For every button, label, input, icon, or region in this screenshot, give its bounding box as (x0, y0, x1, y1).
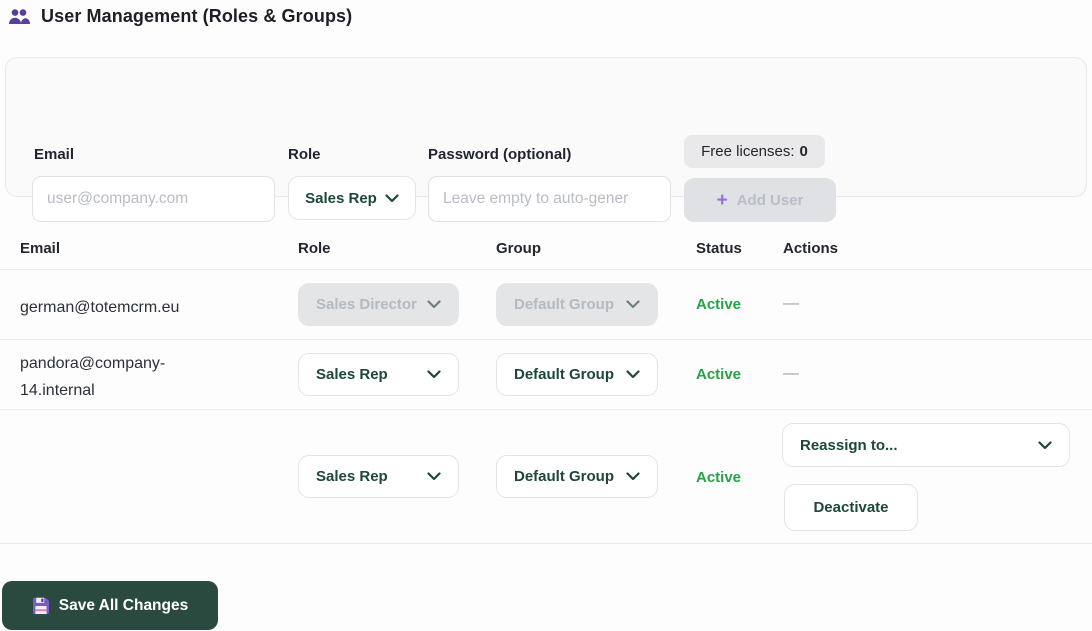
free-licenses-badge: Free licenses: 0 (684, 135, 825, 168)
row-role-value: Sales Rep (316, 366, 388, 383)
plus-icon: + (716, 189, 728, 211)
role-select-value: Sales Rep (305, 189, 377, 207)
row-role-select: Sales Director (298, 283, 459, 326)
chevron-down-icon (626, 300, 640, 309)
reassign-select-value: Reassign to... (800, 436, 898, 454)
save-all-changes-label: Save All Changes (58, 596, 189, 614)
column-header-role: Role (298, 240, 331, 257)
free-licenses-label: Free licenses: (701, 143, 795, 160)
page-header: User Management (Roles & Groups) (8, 6, 352, 27)
chevron-down-icon (385, 193, 399, 203)
deactivate-button[interactable]: Deactivate (784, 484, 918, 531)
add-user-card: Email Role Password (optional) Sales Rep… (5, 57, 1087, 222)
no-actions-dash: — (783, 365, 799, 382)
row-group-value: Default Group (514, 296, 614, 313)
email-input[interactable] (32, 176, 275, 222)
user-email: german@totemcrm.eu (20, 299, 180, 316)
email-label: Email (34, 146, 75, 163)
free-licenses-value: 0 (799, 143, 808, 160)
floppy-disk-icon (32, 597, 50, 615)
add-user-button[interactable]: + Add User (684, 178, 836, 222)
chevron-down-icon (1038, 440, 1052, 450)
chevron-down-icon (626, 370, 640, 379)
column-header-email: Email (20, 240, 61, 257)
user-management-page: User Management (Roles & Groups) Email R… (0, 0, 1092, 631)
chevron-down-icon (427, 472, 441, 481)
column-header-group: Group (496, 240, 541, 257)
page-title: User Management (Roles & Groups) (41, 6, 353, 26)
status-badge: Active (696, 366, 742, 383)
status-badge: Active (696, 296, 742, 313)
row-role-value: Sales Director (316, 296, 417, 313)
chevron-down-icon (626, 472, 640, 481)
column-header-status: Status (696, 240, 742, 257)
status-badge: Active (696, 469, 742, 486)
row-divider (0, 269, 1092, 270)
row-role-select[interactable]: Sales Rep (298, 353, 459, 396)
password-input[interactable] (428, 176, 671, 222)
password-label: Password (optional) (428, 146, 572, 163)
row-group-select[interactable]: Default Group (496, 353, 658, 396)
role-select[interactable]: Sales Rep (288, 176, 416, 220)
chevron-down-icon (427, 300, 441, 309)
no-actions-dash: — (783, 295, 799, 312)
row-divider (0, 339, 1092, 340)
column-header-actions: Actions (783, 240, 839, 257)
row-divider (0, 543, 1092, 544)
row-group-select[interactable]: Default Group (496, 455, 658, 498)
save-all-changes-button[interactable]: Save All Changes (2, 581, 218, 630)
user-email: pandora@company-14.internal (20, 355, 166, 399)
add-user-button-label: Add User (736, 191, 804, 209)
role-label: Role (288, 146, 321, 163)
users-icon (8, 8, 30, 25)
row-group-select: Default Group (496, 283, 658, 326)
reassign-select[interactable]: Reassign to... (782, 423, 1070, 467)
row-group-value: Default Group (514, 366, 614, 383)
row-role-value: Sales Rep (316, 468, 388, 485)
chevron-down-icon (427, 370, 441, 379)
row-group-value: Default Group (514, 468, 614, 485)
row-divider (0, 409, 1092, 410)
row-role-select[interactable]: Sales Rep (298, 455, 459, 498)
